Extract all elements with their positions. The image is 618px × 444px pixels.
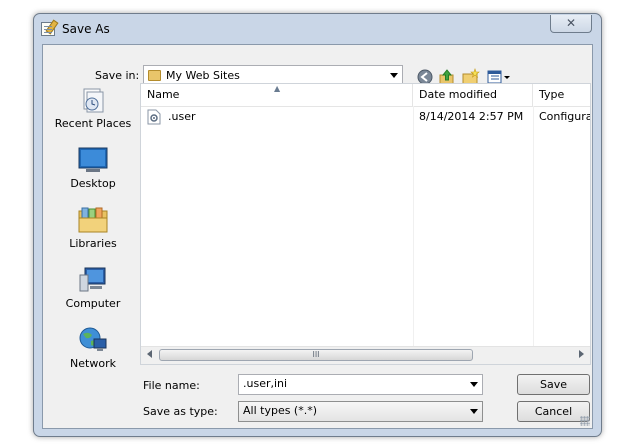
dialog-body: Save in: My Web Sites Recent Places Desk… [42,44,593,429]
resize-grip[interactable] [580,416,590,426]
save-in-label: Save in: [95,69,140,82]
horizontal-scrollbar[interactable]: III [141,346,590,364]
place-label: Desktop [70,177,116,190]
place-label: Recent Places [54,117,132,130]
computer-icon [78,267,108,293]
title-bar[interactable]: Save As ✕ [34,14,601,44]
save-as-type-label: Save as type: [143,405,218,418]
file-name-input[interactable]: .user,ini [238,374,483,395]
save-as-dialog: Save As ✕ Save in: My Web Sites Recent P… [33,13,602,437]
file-name-value: .user,ini [243,377,288,390]
notepad-icon [41,19,59,36]
place-network[interactable]: Network [48,327,138,370]
file-list[interactable]: Name ▲ Date modified Type .user 8/14/201… [140,83,591,365]
place-libraries[interactable]: Libraries [48,207,138,250]
save-as-type-value: All types (*.*) [243,404,318,417]
save-as-type-dropdown[interactable]: All types (*.*) [238,401,483,422]
place-label: Libraries [69,237,117,250]
file-type: Configura [539,110,591,123]
desktop-icon [78,147,108,173]
table-row[interactable]: .user 8/14/2014 2:57 PM Configura [141,108,590,126]
file-name: .user [168,110,196,123]
place-label: Computer [65,297,121,310]
place-computer[interactable]: Computer [48,267,138,310]
file-name-label: File name: [143,379,200,392]
place-label: Network [70,357,116,370]
dialog-title: Save As [62,22,110,36]
libraries-icon [78,207,108,233]
place-recent-places[interactable]: Recent Places [48,87,138,130]
folder-icon [148,70,161,81]
place-desktop[interactable]: Desktop [48,147,138,190]
column-header: Name ▲ Date modified Type [141,84,590,107]
scroll-right-icon[interactable] [579,350,584,358]
column-divider [413,106,414,346]
save-in-value: My Web Sites [166,69,240,82]
chevron-down-icon [470,409,478,414]
column-date-modified[interactable]: Date modified [413,84,533,106]
config-file-icon [147,109,161,131]
close-button[interactable]: ✕ [550,15,592,33]
save-button[interactable]: Save [517,374,590,395]
scroll-thumb[interactable]: III [159,349,473,361]
network-icon [78,327,108,353]
column-type[interactable]: Type [533,84,590,106]
sort-ascending-icon: ▲ [274,84,281,93]
column-divider [533,106,534,346]
scroll-left-icon[interactable] [147,350,152,358]
file-date: 8/14/2014 2:57 PM [419,110,524,123]
chevron-down-icon[interactable] [470,382,478,387]
places-bar: Recent Places Desktop Libraries Computer [48,82,138,377]
chevron-down-icon [390,73,398,78]
recent-places-icon [78,87,108,113]
